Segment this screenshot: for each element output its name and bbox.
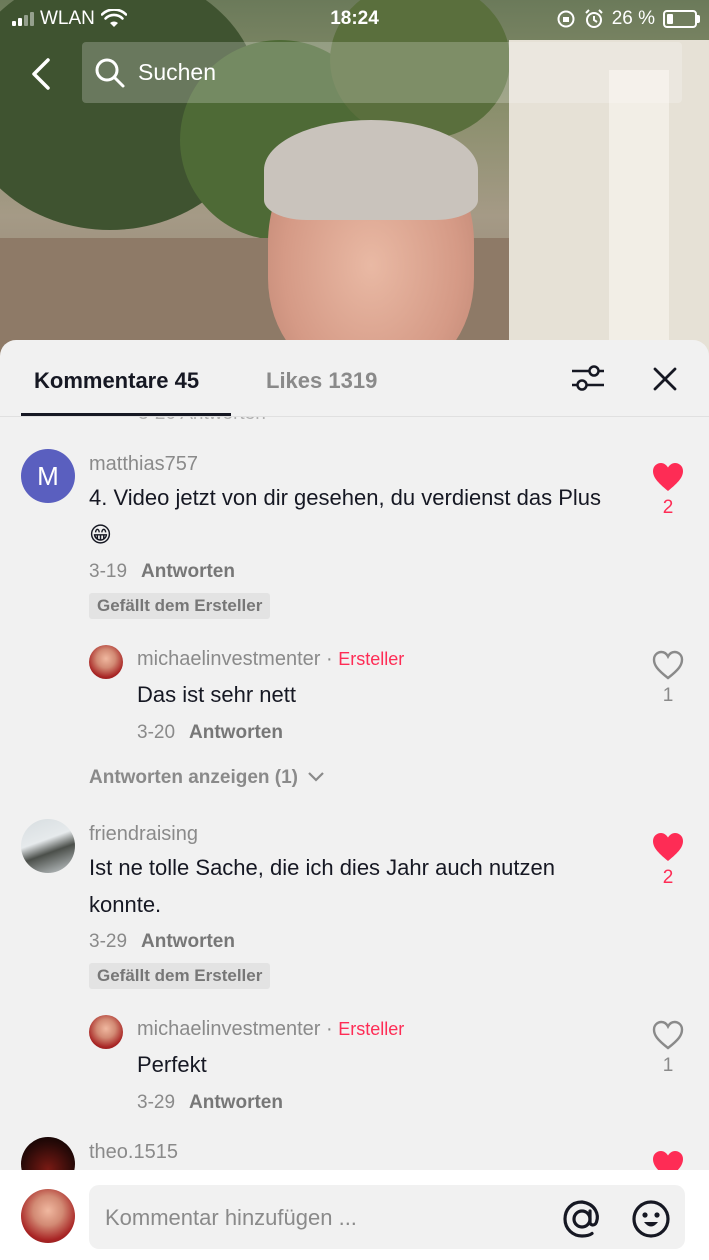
status-bar: WLAN 18:24 26 %: [0, 0, 709, 38]
like-count: 2: [662, 497, 674, 518]
search-icon: [95, 58, 125, 87]
comment-text: 4. Video jetzt von dir gesehen, du verdi…: [89, 485, 602, 547]
reply-meta: 3-29 Antworten: [137, 1092, 283, 1114]
reply-button[interactable]: Antworten: [189, 722, 283, 743]
reply-header: michaelinvestmenter · Ersteller: [137, 1018, 405, 1040]
comment-username[interactable]: matthias757: [89, 453, 198, 476]
heart-outline-icon[interactable]: [651, 649, 685, 681]
liked-by-creator-badge: Gefällt dem Ersteller: [89, 963, 271, 989]
comment-meta: 3-29 Antworten: [89, 931, 235, 953]
chevron-down-icon: [308, 772, 325, 782]
heart-outline-icon[interactable]: [651, 1019, 685, 1051]
alarm-icon: [584, 9, 603, 28]
reply-username[interactable]: michaelinvestmenter: [137, 648, 320, 670]
comment-composer: Kommentar hinzufügen ...: [0, 1170, 709, 1260]
tab-bar: Kommentare 45 Likes 1319: [0, 340, 709, 417]
partially-hidden-meta: 3-20 Antworten: [138, 417, 266, 425]
tab-comments[interactable]: Kommentare 45: [34, 368, 199, 394]
comment-username[interactable]: friendraising: [89, 823, 198, 846]
avatar[interactable]: M: [21, 449, 75, 503]
reply-text: Das ist sehr nett: [137, 682, 296, 707]
search-placeholder: Suchen: [138, 59, 217, 85]
avatar[interactable]: [21, 819, 75, 873]
back-icon[interactable]: [22, 54, 62, 94]
comment-list[interactable]: 3-20 Antworten M matthias757 4. Video je…: [0, 417, 709, 1170]
heart-filled-icon[interactable]: [651, 1149, 685, 1170]
like-count: 1: [662, 685, 674, 706]
avatar[interactable]: [89, 645, 123, 679]
mention-icon[interactable]: [561, 1198, 603, 1240]
show-replies-button[interactable]: Antworten anzeigen (1): [89, 767, 325, 789]
creator-tag: Ersteller: [338, 649, 405, 669]
comments-sheet: Kommentare 45 Likes 1319 3-20 Antworten …: [0, 340, 709, 1260]
rotation-lock-icon: [557, 10, 575, 28]
reply-button[interactable]: Antworten: [141, 931, 235, 952]
reply-text: Perfekt: [137, 1052, 207, 1077]
reply-button[interactable]: Antworten: [141, 561, 235, 582]
filter-icon[interactable]: [568, 362, 608, 394]
like-count: 1: [662, 1055, 674, 1076]
like-count: 2: [662, 867, 674, 888]
emoji-icon[interactable]: [630, 1198, 672, 1240]
avatar[interactable]: [89, 1015, 123, 1049]
battery-percent: 26 %: [611, 8, 655, 29]
reply-meta: 3-20 Antworten: [137, 722, 283, 744]
reply-date: 3-20: [137, 722, 176, 743]
liked-by-creator-badge: Gefällt dem Ersteller: [89, 593, 271, 619]
reply-button[interactable]: Antworten: [189, 1092, 283, 1113]
comment-meta: 3-19 Antworten: [89, 561, 235, 583]
heart-filled-icon[interactable]: [651, 461, 685, 493]
comment-date: 3-19: [89, 561, 128, 582]
comment-input-placeholder: Kommentar hinzufügen ...: [105, 1205, 357, 1230]
comment-date: 3-29: [89, 931, 128, 952]
reply-username[interactable]: michaelinvestmenter: [137, 1018, 320, 1040]
tab-likes[interactable]: Likes 1319: [266, 368, 377, 394]
battery-icon: [663, 10, 700, 28]
comment-username[interactable]: theo.1515: [89, 1141, 178, 1164]
creator-tag: Ersteller: [338, 1019, 405, 1039]
comment-text: Ist ne tolle Sache, die ich dies Jahr au…: [89, 855, 555, 917]
active-tab-indicator: [21, 413, 231, 416]
search-bar[interactable]: Suchen: [82, 42, 682, 103]
heart-filled-icon[interactable]: [651, 831, 685, 863]
reply-header: michaelinvestmenter · Ersteller: [137, 648, 405, 670]
my-avatar: [21, 1189, 75, 1243]
avatar[interactable]: [21, 1137, 75, 1170]
close-icon[interactable]: [648, 362, 682, 396]
reply-date: 3-29: [137, 1092, 176, 1113]
